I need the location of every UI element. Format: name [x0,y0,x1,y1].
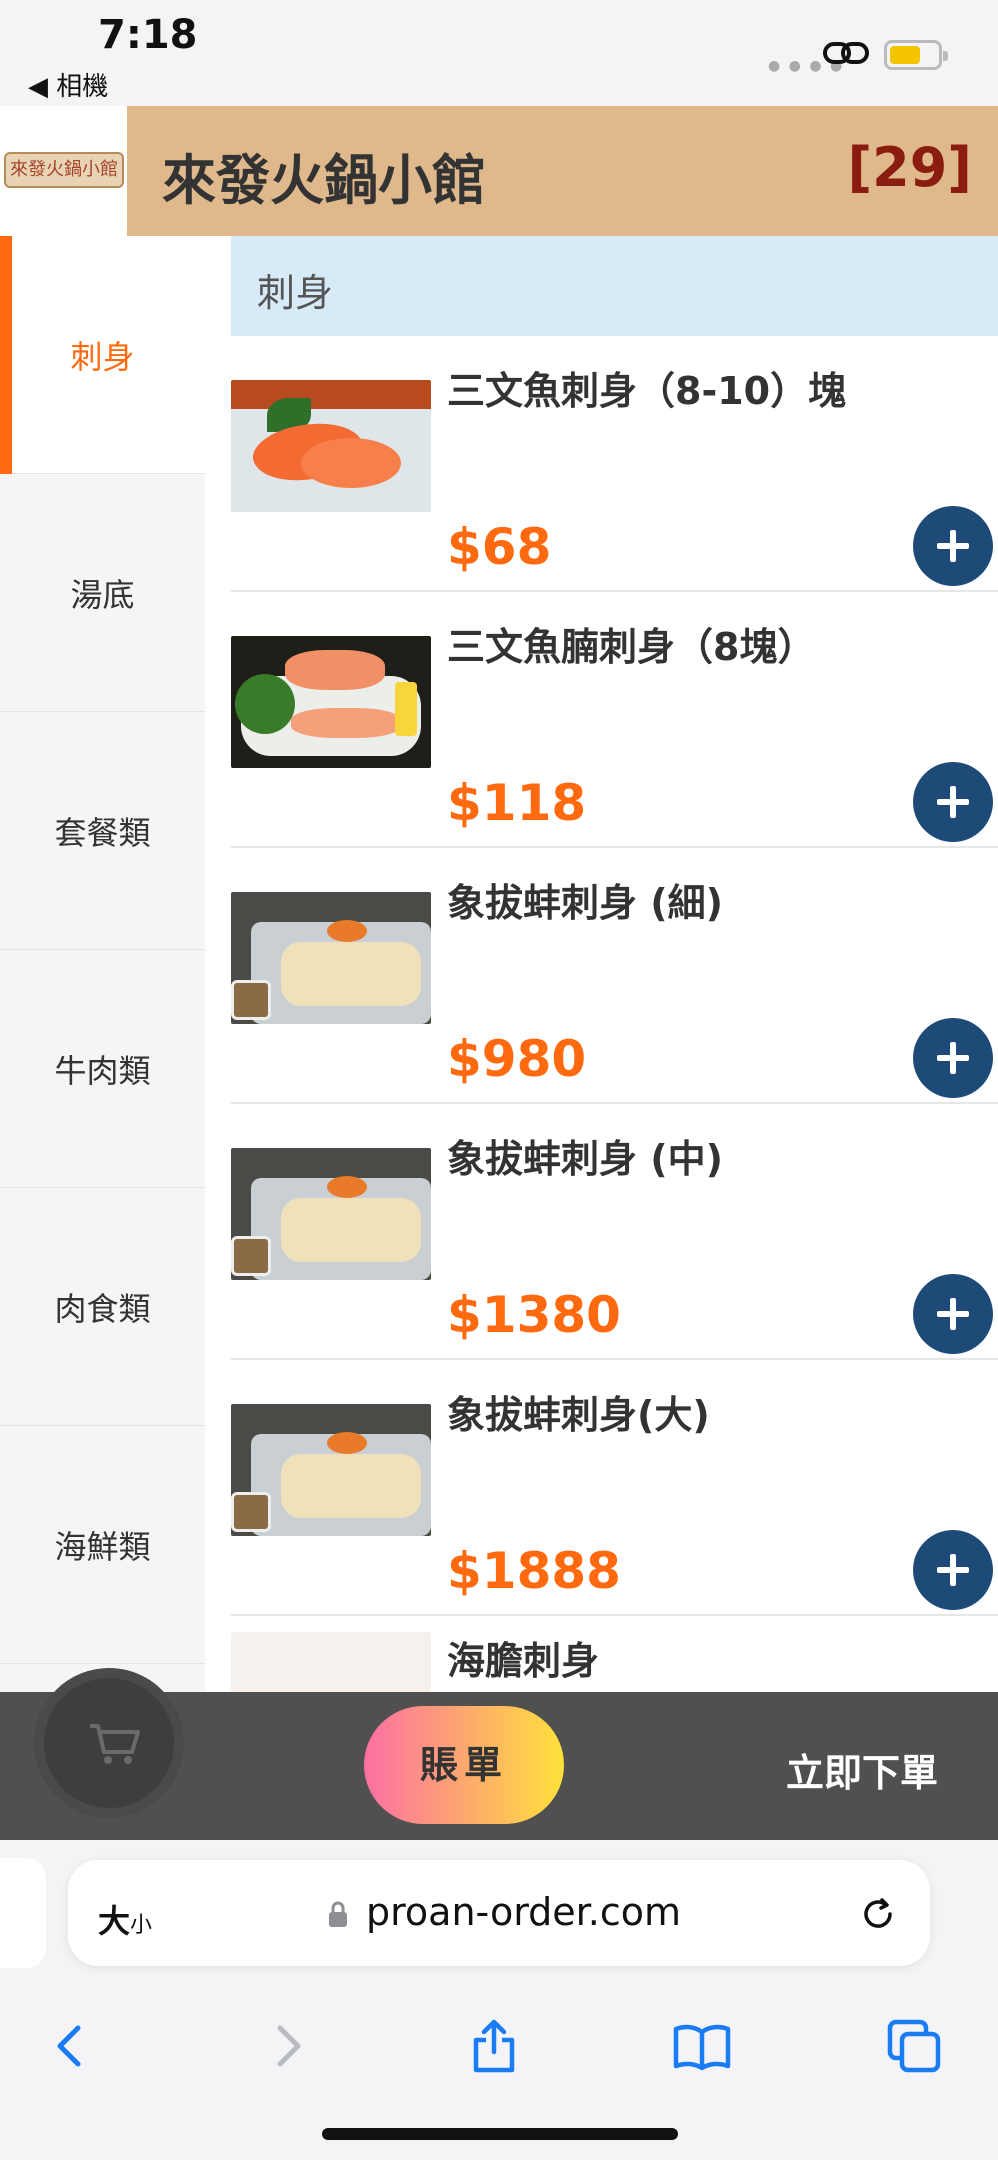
link-icon [823,42,869,64]
menu-item[interactable]: 海膽刺身 [231,1616,998,1692]
category-meat[interactable]: 肉食類 [0,1188,205,1426]
category-label: 肉食類 [54,1290,151,1328]
category-label: 牛肉類 [54,1052,151,1090]
item-price: $68 [447,518,552,576]
salmon-belly-image [231,636,431,768]
browser-chrome: 大小 proan-order.com [0,1840,998,2160]
item-price: $118 [447,774,587,832]
table-number: [29] [847,136,972,199]
category-sashimi[interactable]: 刺身 [0,236,205,474]
restaurant-title: 來發火鍋小館 [162,149,486,212]
cart-button[interactable] [34,1668,184,1818]
section-header: 刺身 [231,236,998,336]
previous-tab-preview[interactable] [0,1858,46,1968]
menu-item[interactable]: 象拔蚌刺身 (細) $980 [231,848,998,1104]
forward-arrow-icon[interactable] [256,2016,316,2076]
add-item-button[interactable] [913,762,993,842]
item-name: 海膽刺身 [447,1639,600,1683]
geoduck-sashimi-image [231,1148,431,1280]
add-item-button[interactable] [913,1274,993,1354]
order-bar: 賬單 立即下單 [0,1668,998,1840]
status-time: 7:18 [98,12,198,58]
menu-item[interactable]: 三文魚腩刺身（8塊） $118 [231,592,998,848]
back-to-app-link[interactable]: ◀ 相機 [28,66,108,103]
restaurant-header: 來發火鍋小館 來發火鍋小館 [29] [0,106,998,236]
share-icon[interactable] [464,2016,524,2076]
category-label: 湯底 [70,576,135,614]
item-price: $980 [447,1030,587,1088]
text-size-large: 大 [98,1902,131,1940]
reload-icon[interactable] [858,1894,898,1934]
add-item-button[interactable] [913,506,993,586]
geoduck-sashimi-image [231,1404,431,1536]
tabs-icon[interactable] [884,2016,944,2076]
status-bar: 7:18 ◀ 相機 ● ● ● ● [0,0,998,106]
menu-list[interactable]: 刺身 三文魚刺身（8-10）塊 $68 三文魚腩刺身（8塊） $118 象拔蚌刺… [205,236,998,1692]
url-text: proan-order.com [366,1890,682,1934]
restaurant-logo: 來發火鍋小館 [0,106,127,236]
salmon-sashimi-image [231,380,431,512]
shopping-cart-icon [90,1724,140,1764]
add-item-button[interactable] [913,1018,993,1098]
logo-plate: 來發火鍋小館 [4,152,124,188]
item-name: 象拔蚌刺身(大) [447,1393,710,1437]
category-set-meals[interactable]: 套餐類 [0,712,205,950]
category-sidebar: 刺身 湯底 套餐類 牛肉類 肉食類 海鮮類 [0,236,205,1692]
menu-item[interactable]: 象拔蚌刺身 (中) $1380 [231,1104,998,1360]
text-size-small: 小 [130,1913,153,1938]
category-seafood[interactable]: 海鮮類 [0,1426,205,1664]
address-bar[interactable]: 大小 proan-order.com [68,1860,930,1966]
item-price: $1888 [447,1542,621,1600]
menu-item[interactable]: 三文魚刺身（8-10）塊 $68 [231,336,998,592]
category-label: 套餐類 [54,814,151,852]
item-name: 三文魚刺身（8-10）塊 [447,369,847,413]
home-indicator[interactable] [322,2128,678,2140]
category-beef[interactable]: 牛肉類 [0,950,205,1188]
item-name: 象拔蚌刺身 (中) [447,1137,723,1181]
lock-icon [329,1901,347,1927]
add-item-button[interactable] [913,1530,993,1610]
browser-toolbar [0,2010,998,2090]
bookmarks-icon[interactable] [672,2016,732,2076]
back-arrow-icon[interactable] [42,2016,102,2076]
item-price: $1380 [447,1286,621,1344]
geoduck-sashimi-image [231,892,431,1024]
section-title: 刺身 [257,271,334,315]
sea-urchin-image [231,1632,431,1692]
place-order-button[interactable]: 立即下單 [786,1742,938,1797]
item-name: 象拔蚌刺身 (細) [447,881,723,925]
item-name: 三文魚腩刺身（8塊） [447,625,816,669]
menu-item[interactable]: 象拔蚌刺身(大) $1888 [231,1360,998,1616]
bill-button[interactable]: 賬單 [364,1706,564,1824]
category-soup-base[interactable]: 湯底 [0,474,205,712]
battery-icon [884,40,948,70]
text-size-button[interactable]: 大小 [98,1896,152,1942]
category-label: 海鮮類 [54,1528,151,1566]
category-label: 刺身 [70,338,135,376]
